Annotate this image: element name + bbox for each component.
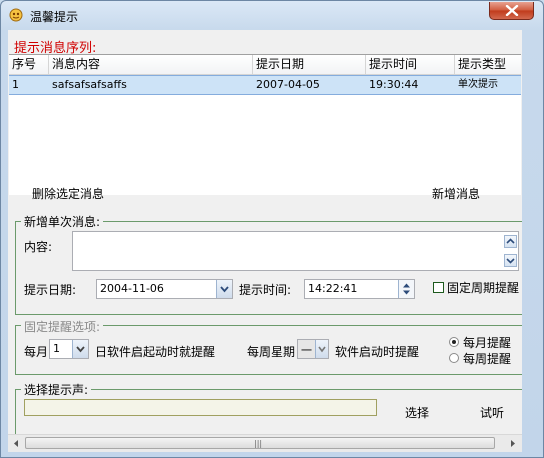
dialog-body: 提示消息序列: 序号 消息内容 提示日期 提示时间 提示类型 1 safsafs… (8, 30, 522, 452)
weekly-radio[interactable] (449, 353, 459, 363)
select-sound-button[interactable]: 选择 (405, 404, 429, 421)
monthly-dropdown-button[interactable] (72, 340, 88, 358)
sound-path-input[interactable] (24, 399, 377, 416)
chevron-down-icon (220, 286, 229, 293)
monthly-radio[interactable] (449, 337, 459, 347)
monthly-day-select[interactable]: 1 (49, 339, 89, 359)
fixed-cycle-label: 固定周期提醒 (447, 281, 520, 295)
message-list[interactable]: 序号 消息内容 提示日期 提示时间 提示类型 1 safsafsafsaffs … (9, 54, 521, 195)
app-window: 温馨提示 提示消息序列: 序号 消息内容 提示日期 提示时间 提示类型 1 sa… (0, 0, 544, 458)
column-header-date[interactable]: 提示日期 (253, 55, 366, 74)
date-label: 提示日期: (24, 283, 77, 297)
close-button[interactable] (489, 2, 534, 20)
scrollbar-thumb[interactable]: ||| (25, 437, 495, 449)
message-list-header: 序号 消息内容 提示日期 提示时间 提示类型 (9, 55, 521, 75)
weekly-suffix-label: 软件启动时提醒 (335, 345, 420, 359)
add-message-button[interactable]: 新增消息 (432, 185, 480, 202)
date-picker[interactable]: 2004-11-06 (96, 279, 233, 299)
column-header-content[interactable]: 消息内容 (49, 55, 253, 74)
table-row[interactable]: 1 safsafsafsaffs 2007-04-05 19:30:44 单次提… (9, 75, 521, 95)
horizontal-scrollbar[interactable]: ||| (8, 434, 522, 452)
weekly-prefix-label: 每周星期 (247, 345, 296, 359)
column-header-index[interactable]: 序号 (9, 55, 49, 74)
monthly-suffix-label: 日软件启起动时就提醒 (95, 345, 216, 359)
window-title: 温馨提示 (30, 10, 79, 24)
weekly-day-value: 一 (301, 344, 312, 357)
spinner-icon (403, 283, 410, 295)
monthly-day-value: 1 (53, 342, 60, 355)
single-message-group-label: 新增单次消息: (21, 213, 104, 230)
monthly-radio-label: 每月提醒 (463, 336, 512, 350)
chevron-down-icon (506, 258, 515, 264)
delete-message-button[interactable]: 删除选定消息 (32, 185, 104, 202)
column-header-type[interactable]: 提示类型 (455, 55, 521, 74)
sound-group-label: 选择提示声: (21, 381, 92, 398)
row-index: 1 (12, 78, 19, 91)
column-header-time[interactable]: 提示时间 (366, 55, 455, 74)
row-time: 19:30:44 (369, 78, 419, 91)
chevron-up-icon (506, 238, 515, 244)
time-spinner[interactable] (398, 280, 414, 298)
app-icon (9, 8, 23, 22)
date-dropdown-button[interactable] (216, 280, 232, 298)
weekly-radio-label: 每周提醒 (463, 352, 512, 366)
weekly-dropdown-button[interactable] (315, 340, 328, 358)
row-content: safsafsafsaffs (52, 78, 127, 91)
monthly-prefix-label: 每月 (24, 345, 49, 359)
chevron-down-icon (318, 346, 326, 353)
scroll-up-button[interactable] (504, 235, 517, 248)
chevron-down-icon (76, 346, 85, 353)
time-label: 提示时间: (239, 283, 292, 297)
content-input[interactable] (72, 231, 519, 271)
scroll-down-button[interactable] (504, 254, 517, 267)
close-icon (505, 5, 519, 16)
weekly-day-select[interactable]: 一 (297, 339, 329, 359)
test-sound-button[interactable]: 试听 (480, 404, 504, 421)
scroll-right-icon[interactable] (506, 437, 520, 450)
title-bar[interactable]: 温馨提示 (1, 1, 543, 29)
grip-icon: ||| (254, 439, 263, 448)
time-value: 14:22:41 (308, 282, 358, 295)
row-date: 2007-04-05 (256, 78, 320, 91)
date-value: 2004-11-06 (100, 282, 164, 295)
fixed-cycle-checkbox[interactable] (433, 282, 444, 293)
time-picker[interactable]: 14:22:41 (304, 279, 415, 299)
fixed-reminder-group-label: 固定提醒选项: (21, 318, 104, 335)
content-label: 内容: (24, 240, 53, 254)
row-type: 单次提示 (458, 79, 498, 90)
scroll-left-icon[interactable] (9, 437, 23, 450)
